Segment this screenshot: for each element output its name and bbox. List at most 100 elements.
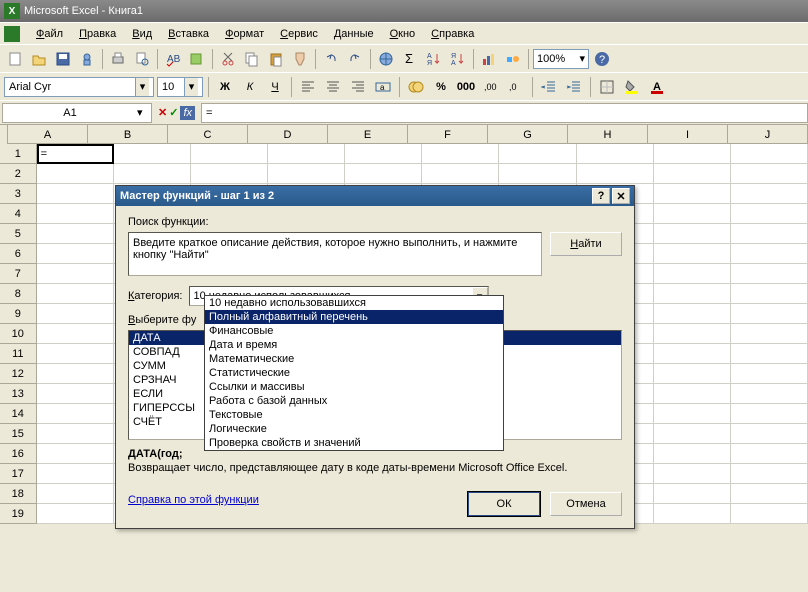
- zoom-combo[interactable]: 100% ▾: [533, 49, 589, 69]
- cell[interactable]: [731, 244, 808, 264]
- print-button[interactable]: [107, 48, 129, 70]
- cell[interactable]: [37, 164, 114, 184]
- row-header[interactable]: 14: [0, 404, 37, 424]
- percent-button[interactable]: %: [430, 76, 452, 98]
- cell[interactable]: [37, 184, 114, 204]
- row-header[interactable]: 16: [0, 444, 37, 464]
- autosum-button[interactable]: Σ: [399, 48, 421, 70]
- menu-data[interactable]: Данные: [326, 26, 382, 42]
- copy-button[interactable]: [241, 48, 263, 70]
- column-header[interactable]: E: [328, 125, 408, 144]
- row-header[interactable]: 2: [0, 164, 37, 184]
- column-header[interactable]: G: [488, 125, 568, 144]
- permission-button[interactable]: [76, 48, 98, 70]
- underline-button[interactable]: Ч: [264, 76, 286, 98]
- ok-button[interactable]: ОК: [468, 492, 540, 516]
- currency-button[interactable]: [405, 76, 427, 98]
- cell[interactable]: [731, 504, 808, 524]
- cell[interactable]: [37, 484, 114, 504]
- chevron-down-icon[interactable]: ▾: [184, 78, 198, 96]
- cell[interactable]: [191, 164, 268, 184]
- search-function-input[interactable]: Введите краткое описание действия, котор…: [128, 232, 542, 276]
- font-name-input[interactable]: [5, 78, 135, 96]
- help-button[interactable]: ?: [591, 48, 613, 70]
- category-option[interactable]: Статистические: [205, 366, 503, 380]
- column-header[interactable]: A: [8, 125, 88, 144]
- category-option[interactable]: 10 недавно использовавшихся: [205, 296, 503, 310]
- cell[interactable]: [654, 364, 731, 384]
- hyperlink-button[interactable]: [375, 48, 397, 70]
- cell[interactable]: [731, 364, 808, 384]
- column-header[interactable]: D: [248, 125, 328, 144]
- cell[interactable]: [37, 204, 114, 224]
- cell[interactable]: [654, 344, 731, 364]
- cell[interactable]: [731, 284, 808, 304]
- comma-button[interactable]: 000: [455, 76, 477, 98]
- row-header[interactable]: 15: [0, 424, 37, 444]
- column-header[interactable]: I: [648, 125, 728, 144]
- cell[interactable]: [654, 504, 731, 524]
- select-all-corner[interactable]: [0, 125, 8, 145]
- format-painter-button[interactable]: [289, 48, 311, 70]
- cell[interactable]: [37, 304, 114, 324]
- save-button[interactable]: [52, 48, 74, 70]
- category-option[interactable]: Логические: [205, 422, 503, 436]
- sort-desc-button[interactable]: ЯA: [447, 48, 469, 70]
- increase-indent-button[interactable]: [563, 76, 585, 98]
- research-button[interactable]: [186, 48, 208, 70]
- open-button[interactable]: [28, 48, 50, 70]
- cell[interactable]: [731, 164, 808, 184]
- cell[interactable]: [654, 224, 731, 244]
- undo-button[interactable]: [320, 48, 342, 70]
- font-size-combo[interactable]: ▾: [157, 77, 203, 97]
- cell[interactable]: [422, 144, 499, 164]
- cell[interactable]: [37, 464, 114, 484]
- row-header[interactable]: 11: [0, 344, 37, 364]
- redo-button[interactable]: [344, 48, 366, 70]
- row-header[interactable]: 10: [0, 324, 37, 344]
- italic-button[interactable]: К: [239, 76, 261, 98]
- insert-function-button[interactable]: fx: [180, 106, 195, 120]
- category-option[interactable]: Работа с базой данных: [205, 394, 503, 408]
- spelling-button[interactable]: ABC: [162, 48, 184, 70]
- dialog-titlebar[interactable]: Мастер функций - шаг 1 из 2 ? ✕: [116, 186, 634, 206]
- row-header[interactable]: 1: [0, 144, 37, 164]
- drawing-button[interactable]: [502, 48, 524, 70]
- cell[interactable]: [37, 424, 114, 444]
- align-center-button[interactable]: [322, 76, 344, 98]
- cell[interactable]: [731, 484, 808, 504]
- font-color-button[interactable]: A: [646, 76, 668, 98]
- bold-button[interactable]: Ж: [214, 76, 236, 98]
- cell[interactable]: [654, 424, 731, 444]
- row-header[interactable]: 3: [0, 184, 37, 204]
- function-help-link[interactable]: Справка по этой функции: [128, 494, 259, 506]
- row-header[interactable]: 19: [0, 504, 37, 524]
- cell[interactable]: [37, 324, 114, 344]
- paste-button[interactable]: [265, 48, 287, 70]
- chevron-down-icon[interactable]: ▾: [137, 106, 151, 119]
- cell[interactable]: [731, 464, 808, 484]
- cell[interactable]: [654, 444, 731, 464]
- row-header[interactable]: 17: [0, 464, 37, 484]
- cell[interactable]: [731, 264, 808, 284]
- cell[interactable]: [731, 404, 808, 424]
- close-dialog-button[interactable]: ✕: [612, 188, 630, 204]
- category-option[interactable]: Проверка свойств и значений: [205, 436, 503, 450]
- row-header[interactable]: 18: [0, 484, 37, 504]
- enter-formula-button[interactable]: ✓: [169, 106, 178, 119]
- align-right-button[interactable]: [347, 76, 369, 98]
- menu-file[interactable]: Файл: [28, 26, 71, 42]
- cell[interactable]: [577, 164, 654, 184]
- decrease-indent-button[interactable]: [538, 76, 560, 98]
- cell[interactable]: [654, 264, 731, 284]
- row-header[interactable]: 8: [0, 284, 37, 304]
- category-option[interactable]: Финансовые: [205, 324, 503, 338]
- merge-center-button[interactable]: a: [372, 76, 394, 98]
- row-header[interactable]: 12: [0, 364, 37, 384]
- row-header[interactable]: 5: [0, 224, 37, 244]
- category-option[interactable]: Математические: [205, 352, 503, 366]
- column-header[interactable]: B: [88, 125, 168, 144]
- column-header[interactable]: F: [408, 125, 488, 144]
- menu-insert[interactable]: Вставка: [160, 26, 217, 42]
- cell[interactable]: [422, 164, 499, 184]
